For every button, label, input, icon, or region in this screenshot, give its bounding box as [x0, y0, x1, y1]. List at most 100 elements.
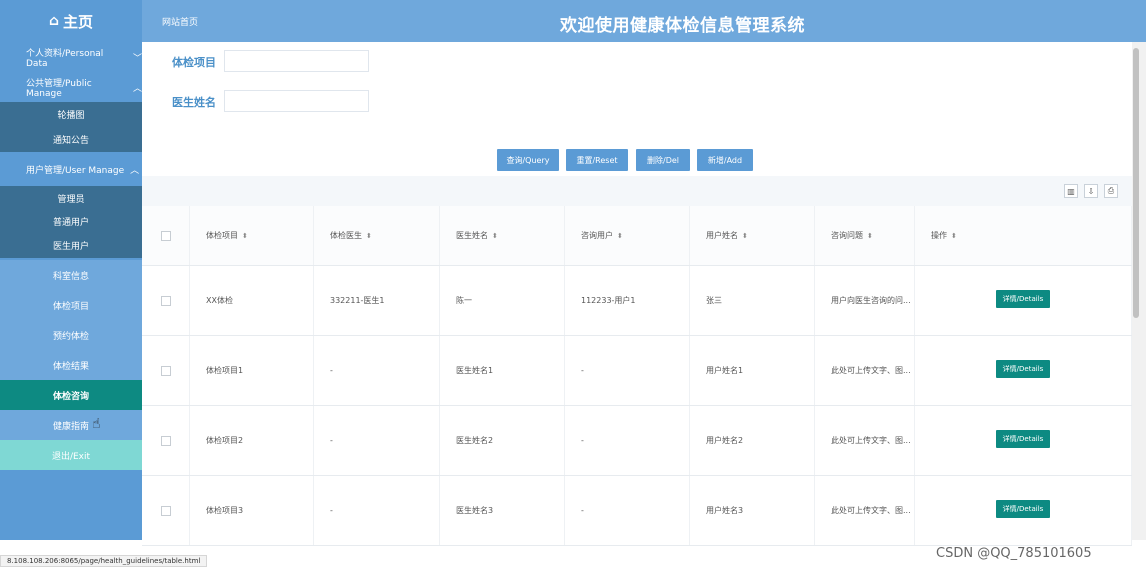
- table-row: 体检项目3 - 医生姓名3 - 用户姓名3 此处可上传文字、图... 详情/Details: [142, 476, 1132, 546]
- header-label[interactable]: 咨询用户: [581, 230, 613, 241]
- row-checkbox[interactable]: [160, 295, 171, 306]
- chevron-up-icon: ︿: [132, 83, 142, 94]
- chevron-up-icon: ︿: [130, 165, 140, 176]
- header-label[interactable]: 用户姓名: [706, 230, 738, 241]
- table-cell: -: [314, 336, 440, 405]
- row-checkbox[interactable]: [160, 505, 171, 516]
- delete-button[interactable]: 删除/Del: [636, 149, 690, 171]
- header-cell: 用户姓名 ⬍: [690, 206, 815, 265]
- details-button[interactable]: 详情/Details: [995, 360, 1051, 378]
- header-label[interactable]: 医生姓名: [456, 230, 488, 241]
- sort-consult-question-icon[interactable]: ⬍: [867, 232, 873, 240]
- header-label[interactable]: 操作: [931, 230, 947, 241]
- sort-exam-item-icon[interactable]: ⬍: [242, 232, 248, 240]
- select-all-checkbox[interactable]: [160, 230, 171, 241]
- row-action-cell: 详情/Details: [915, 406, 1132, 475]
- row-select-cell: [142, 336, 190, 405]
- table-cell: -: [314, 476, 440, 545]
- sidebar-item-department[interactable]: 科室信息: [0, 260, 142, 290]
- cell-value: -: [581, 366, 584, 375]
- table-row: XX体检 332211-医生1 陈一 112233-用户1 张三 用户向医生咨询的问...…: [142, 266, 1132, 336]
- cell-value: 陈一: [456, 296, 472, 305]
- status-url: 8.108.108.206:8065/page/health_guideline…: [0, 555, 208, 567]
- sidebar-item-label: 管理员: [57, 194, 85, 205]
- doctor-name-input[interactable]: [224, 90, 369, 112]
- home-button[interactable]: ⌂ 主页: [0, 0, 142, 42]
- cell-value: -: [581, 506, 584, 515]
- print-icon[interactable]: ⎙: [1104, 184, 1118, 198]
- details-button[interactable]: 详情/Details: [995, 290, 1051, 308]
- sidebar-item-exit[interactable]: 退出/Exit: [0, 440, 142, 470]
- row-select-cell: [142, 406, 190, 475]
- cell-value: 用户向医生咨询的问...: [831, 296, 911, 305]
- cell-value: 体检项目1: [206, 366, 244, 375]
- sidebar: 个人资料/Personal Data ﹀ 公共管理/Public Manage …: [0, 42, 142, 540]
- table-cell: -: [565, 336, 690, 405]
- sort-exam-doctor-icon[interactable]: ⬍: [366, 232, 372, 240]
- cell-value: 此处可上传文字、图...: [831, 436, 911, 445]
- sidebar-group-public[interactable]: 公共管理/Public Manage ︿: [0, 72, 142, 102]
- header-label[interactable]: 体检医生: [330, 230, 362, 241]
- cell-value: 332211-医生1: [330, 296, 385, 305]
- columns-icon[interactable]: ▥: [1064, 184, 1078, 198]
- cell-value: 张三: [706, 296, 722, 305]
- reset-button[interactable]: 重置/Reset: [566, 149, 628, 171]
- sidebar-group-user[interactable]: 用户管理/User Manage ︿: [0, 154, 142, 184]
- table-cell: 体检项目3: [190, 476, 314, 545]
- table-cell: 用户姓名2: [690, 406, 815, 475]
- sidebar-item-label: 通知公告: [52, 135, 89, 146]
- sidebar-group-label: 用户管理/User Manage: [26, 165, 125, 176]
- row-action-cell: 详情/Details: [915, 266, 1132, 335]
- query-button[interactable]: 查询/Query: [497, 149, 559, 171]
- sidebar-item-health-guide[interactable]: 健康指南: [0, 410, 142, 440]
- sidebar-item-exam-result[interactable]: 体检结果: [0, 350, 142, 380]
- table-cell: 医生姓名1: [440, 336, 565, 405]
- app-window: ⌂ 主页 网站首页 欢迎使用健康体检信息管理系统 个人资料/Personal D…: [0, 0, 1146, 573]
- sort-action-icon[interactable]: ⬍: [951, 232, 957, 240]
- table-toolbar: ▥ ⇩ ⎙: [1064, 184, 1118, 198]
- header-label[interactable]: 体检项目: [206, 230, 238, 241]
- scrollbar-thumb[interactable]: [1133, 48, 1139, 318]
- exam-item-input[interactable]: [224, 50, 369, 72]
- sidebar-item-label: 科室信息: [52, 271, 89, 282]
- header-label[interactable]: 咨询问题: [831, 230, 863, 241]
- sidebar-item-label: 体检咨询: [52, 391, 89, 402]
- export-icon[interactable]: ⇩: [1084, 184, 1098, 198]
- sidebar-item-booking[interactable]: 预约体检: [0, 320, 142, 350]
- sidebar-item-notice[interactable]: 通知公告: [0, 126, 142, 152]
- search-panel: 体检项目 医生姓名 查询/Query 重置/Reset 删除/Del 新增/Ad…: [142, 42, 1132, 176]
- row-select-cell: [142, 266, 190, 335]
- table-cell: 体检项目1: [190, 336, 314, 405]
- sidebar-item-doctor-user[interactable]: 医生用户: [0, 232, 142, 258]
- table-cell: 此处可上传文字、图...: [815, 406, 915, 475]
- sidebar-item-normal-user[interactable]: 普通用户: [0, 210, 142, 232]
- cell-value: -: [330, 366, 333, 375]
- sidebar-group-personal[interactable]: 个人资料/Personal Data ﹀: [0, 42, 142, 72]
- exam-item-label: 体检项目: [172, 56, 216, 69]
- sidebar-item-label: 退出/Exit: [51, 451, 91, 462]
- header-cell: 操作 ⬍: [915, 206, 1132, 265]
- hand-cursor-icon: ☝: [92, 416, 101, 432]
- details-button[interactable]: 详情/Details: [995, 430, 1051, 448]
- row-checkbox[interactable]: [160, 435, 171, 446]
- sort-doctor-name-icon[interactable]: ⬍: [492, 232, 498, 240]
- row-checkbox[interactable]: [160, 365, 171, 376]
- sidebar-item-exam-consult[interactable]: 体检咨询: [0, 380, 142, 410]
- sidebar-item-label: 轮播图: [57, 110, 85, 121]
- sidebar-item-admin[interactable]: 管理员: [0, 186, 142, 210]
- table-cell: -: [565, 406, 690, 475]
- sort-user-name-icon[interactable]: ⬍: [742, 232, 748, 240]
- table-cell: 112233-用户1: [565, 266, 690, 335]
- sidebar-item-exam-item[interactable]: 体检项目: [0, 290, 142, 320]
- sort-consult-user-icon[interactable]: ⬍: [617, 232, 623, 240]
- add-button[interactable]: 新增/Add: [697, 149, 753, 171]
- cell-value: 医生姓名3: [456, 506, 494, 515]
- sidebar-item-carousel[interactable]: 轮播图: [0, 102, 142, 126]
- details-button[interactable]: 详情/Details: [995, 500, 1051, 518]
- top-bar: ⌂ 主页 网站首页 欢迎使用健康体检信息管理系统: [0, 0, 1146, 42]
- sidebar-item-label: 体检项目: [52, 301, 89, 312]
- cell-value: -: [581, 436, 584, 445]
- breadcrumb[interactable]: 网站首页: [162, 15, 198, 28]
- row-select-cell: [142, 476, 190, 545]
- home-icon: ⌂: [48, 13, 59, 29]
